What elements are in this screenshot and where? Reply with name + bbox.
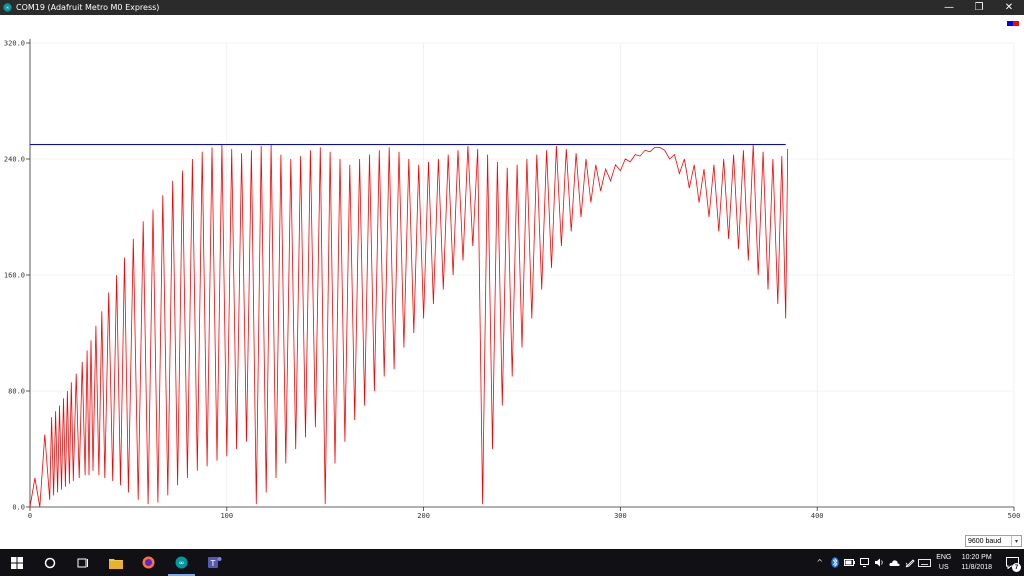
task-view-icon	[77, 558, 88, 567]
search-button[interactable]	[33, 549, 66, 576]
x-tick-label: 200	[417, 512, 430, 520]
series-red-line	[29, 144, 789, 508]
firefox-button[interactable]	[132, 549, 165, 576]
y-tick-label: 320.0	[4, 40, 25, 48]
folder-icon	[108, 558, 123, 569]
svg-text:∞: ∞	[5, 5, 9, 11]
onedrive-cloud-icon[interactable]	[887, 549, 902, 576]
clock[interactable]: 10:20 PM 11/8/2018	[961, 553, 992, 573]
legend-swatch-red	[1013, 21, 1019, 26]
arduino-app-icon: ∞	[3, 3, 12, 12]
input-language-indicator[interactable]: ENG US	[936, 553, 951, 573]
svg-text:T: T	[209, 559, 215, 568]
pen-workspace-icon[interactable]	[902, 549, 917, 576]
close-button[interactable]: ✕	[994, 0, 1024, 15]
x-tick-label: 0	[28, 512, 32, 520]
language-code: ENG	[936, 553, 952, 561]
windows-logo-icon	[10, 556, 23, 569]
clock-date: 11/8/2018	[961, 563, 992, 571]
plot-svg: 0 100 200 300 400 500 0.0 80.0 160.0 240.0 320.0	[4, 39, 1021, 520]
legend	[1007, 21, 1019, 26]
arduino-taskbar-button[interactable]: ∞	[165, 549, 198, 576]
x-tick-label: 300	[614, 512, 627, 520]
action-center-button[interactable]: 7	[1000, 549, 1024, 576]
x-tick-label: 500	[1008, 512, 1021, 520]
y-tick-label: 160.0	[4, 272, 25, 280]
plotter-bottom-bar: 9600 baud ▾	[0, 533, 1024, 549]
windows-taskbar: ∞ T ^ ENG US 10:20 PM 11/8/2018 7	[0, 549, 1024, 576]
y-tick-label: 0.0	[12, 504, 25, 512]
tray-chevron-icon[interactable]: ^	[812, 549, 827, 576]
serial-plotter-chart: 0 100 200 300 400 500 0.0 80.0 160.0 240.0 320.0	[0, 15, 1024, 533]
restore-button[interactable]: ❐	[964, 0, 994, 15]
file-explorer-button[interactable]	[99, 549, 132, 576]
system-tray: ^ ENG US 10:20 PM 11/8/2018 7	[812, 549, 1024, 576]
task-view-button[interactable]	[66, 549, 99, 576]
window-title: COM19 (Adafruit Metro M0 Express)	[16, 3, 160, 12]
teams-icon: T	[207, 557, 221, 568]
svg-text:∞: ∞	[179, 559, 185, 567]
firefox-icon	[142, 556, 155, 569]
battery-icon[interactable]	[842, 549, 857, 576]
arduino-icon: ∞	[175, 556, 188, 569]
clock-time: 10:20 PM	[961, 553, 992, 561]
window-titlebar: ∞ COM19 (Adafruit Metro M0 Express) — ❐ …	[0, 0, 1024, 15]
bluetooth-icon[interactable]	[827, 549, 842, 576]
y-tick-label: 240.0	[4, 156, 25, 164]
keyboard-layout: US	[938, 563, 949, 571]
start-button[interactable]	[0, 549, 33, 576]
baud-rate-value: 9600 baud	[968, 537, 1002, 545]
x-tick-label: 400	[811, 512, 824, 520]
cortana-circle-icon	[44, 557, 55, 568]
minimize-button[interactable]: —	[934, 0, 964, 15]
teams-button[interactable]: T	[198, 549, 231, 576]
baud-rate-select[interactable]: 9600 baud ▾	[965, 535, 1022, 547]
x-tick-label: 100	[220, 512, 233, 520]
y-tick-label: 80.0	[8, 388, 25, 396]
touch-keyboard-icon[interactable]	[917, 549, 932, 576]
network-icon[interactable]	[857, 549, 872, 576]
chevron-down-icon: ▾	[1011, 536, 1021, 546]
volume-icon[interactable]	[872, 549, 887, 576]
notification-count: 7	[1012, 563, 1021, 572]
